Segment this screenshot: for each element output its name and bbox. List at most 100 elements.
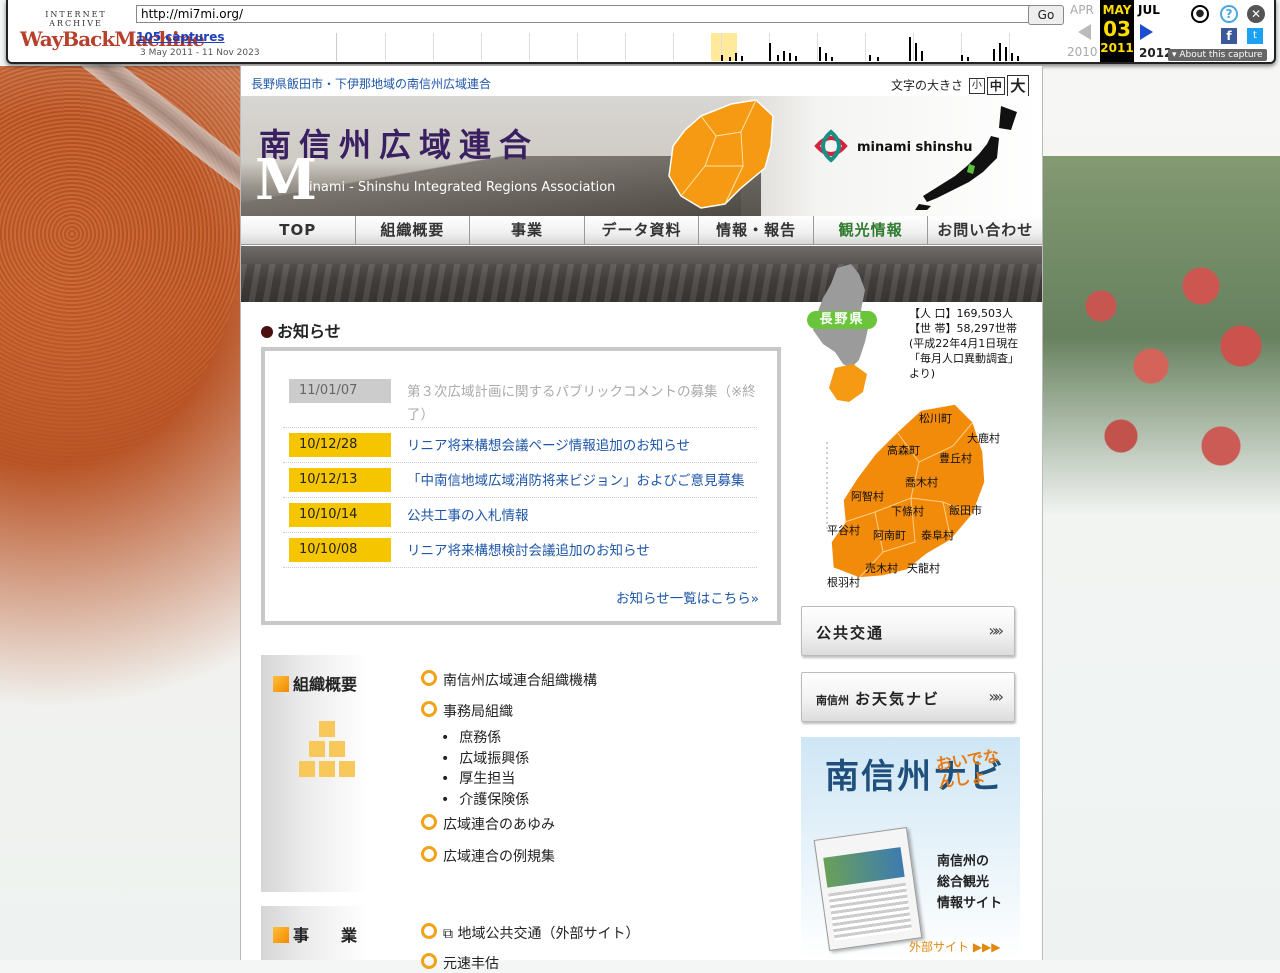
muni-label[interactable]: 平谷村 — [827, 522, 860, 538]
news-link[interactable]: 公共工事の入札情報 — [407, 505, 761, 528]
sparkline-bar — [831, 57, 833, 61]
muni-label[interactable]: 豊丘村 — [939, 450, 972, 466]
font-size-switcher: 文字の大きさ 小中大 — [891, 75, 1029, 97]
org-sub-link[interactable]: 厚生担当 — [441, 768, 515, 788]
news-heading: お知らせ — [261, 318, 341, 342]
org-sub-link[interactable]: 介護保険係 — [441, 789, 529, 809]
projects-link[interactable]: ⧉ 地域公共交通（外部サイト） — [421, 923, 639, 943]
ring-bullet-icon — [421, 670, 437, 686]
muni-label[interactable]: 大鹿村 — [967, 430, 1000, 446]
sparkline-year-divider — [817, 33, 818, 61]
news-item[interactable]: 10/12/13 「中南信地域広域消防将来ビジョン」およびご意見募集 — [283, 462, 757, 498]
wayback-current-date: MAY 03 2011 — [1100, 0, 1134, 62]
muni-label[interactable]: 高森町 — [887, 442, 920, 458]
org-sub-link[interactable]: 広域振興係 — [441, 748, 529, 768]
news-date: 11/01/07 — [289, 379, 391, 403]
wayback-url-input[interactable]: http://mi7mi.org/ — [136, 5, 1030, 23]
muni-label[interactable]: 売木村 — [865, 560, 898, 576]
nav-data[interactable]: データ資料 — [585, 216, 700, 244]
cube-shape — [329, 741, 345, 757]
minami-shinshu-navi-banner[interactable]: 南信州ナビ おいでなんしょ 南信州の 総合観光 情報サイト 外部サイト ▶▶▶ — [801, 737, 1020, 960]
landscape-photo — [241, 246, 1042, 302]
site-tagline-link[interactable]: 長野県飯田市・下伊那地域の南信州広域連合 — [251, 75, 491, 92]
municipalities-map[interactable] — [823, 402, 1003, 582]
wayback-captures-link[interactable]: 105 captures — [136, 30, 225, 44]
news-item[interactable]: 10/10/14 公共工事の入札情報 — [283, 497, 757, 533]
close-icon[interactable]: ✕ — [1247, 5, 1265, 23]
help-icon[interactable]: ? — [1220, 5, 1238, 23]
thumbnail-header — [823, 847, 905, 888]
sparkline-bar — [777, 55, 779, 61]
org-link[interactable]: 広域連合のあゆみ — [421, 814, 555, 834]
news-link[interactable]: リニア将来構想会議ページ情報追加のお知らせ — [407, 435, 761, 458]
sparkline-year-divider — [673, 33, 674, 61]
facebook-icon[interactable]: f — [1221, 28, 1237, 44]
news-item[interactable]: 11/01/07 第３次広域計画に関するパブリックコメントの募集（※終了） — [283, 373, 757, 428]
sparkline-year-divider — [385, 33, 386, 61]
header-banner[interactable]: 南信州広域連合 M inami - Shinshu Integrated Reg… — [241, 96, 1042, 216]
wayback-go-button[interactable]: Go — [1028, 5, 1064, 25]
weather-navi-button[interactable]: 南信州 お天気ナビ »» — [801, 672, 1015, 722]
news-more-link[interactable]: お知らせ一覧はこちら» — [616, 587, 759, 607]
wayback-sparkline[interactable] — [336, 33, 1065, 61]
muni-label[interactable]: 下條村 — [891, 503, 924, 519]
news-link[interactable]: 「中南信地域広域消防将来ビジョン」およびご意見募集 — [407, 470, 761, 493]
org-sub-link[interactable]: 庶務係 — [441, 727, 501, 747]
muni-label[interactable]: 松川町 — [919, 410, 952, 426]
minami-shinshu-logo-icon — [814, 129, 848, 163]
wayback-prev-arrow-icon[interactable] — [1078, 24, 1091, 40]
muni-label[interactable]: 泰阜村 — [921, 527, 954, 543]
news-item[interactable]: 10/12/28 リニア将来構想会議ページ情報追加のお知らせ — [283, 427, 757, 463]
org-link[interactable]: 広域連合の例規集 — [421, 846, 555, 866]
projects-link[interactable]: 元速丰估 — [421, 953, 499, 973]
twitter-icon[interactable]: t — [1247, 28, 1263, 44]
news-link[interactable]: リニア将来構想検討会議追加のお知らせ — [407, 540, 761, 563]
nav-organization[interactable]: 組織概要 — [356, 216, 471, 244]
muni-label[interactable]: 飯田市 — [949, 502, 982, 518]
muni-label[interactable]: 喬木村 — [905, 474, 938, 490]
muni-label[interactable]: 天龍村 — [907, 560, 940, 576]
navi-external-link[interactable]: 外部サイト ▶▶▶ — [909, 938, 1001, 955]
nav-reports[interactable]: 情報・報告 — [699, 216, 814, 244]
font-small-button[interactable]: 小 — [968, 78, 985, 94]
thumbnail-body — [828, 882, 913, 942]
font-large-button[interactable]: 大 — [1006, 75, 1029, 97]
user-icon[interactable]: ● — [1191, 5, 1209, 23]
news-item[interactable]: 10/10/08 リニア将来構想検討会議追加のお知らせ — [283, 532, 757, 568]
muni-label[interactable]: 阿智村 — [851, 488, 884, 504]
transit-button[interactable]: 公共交通 »» — [801, 606, 1015, 656]
sparkline-bar — [1011, 53, 1013, 61]
wayback-next-arrow-icon[interactable] — [1140, 24, 1153, 40]
sparkline-bar — [877, 57, 879, 61]
about-capture-dropdown[interactable]: ▾ About this capture — [1168, 49, 1267, 61]
sparkline-bar — [909, 37, 911, 61]
sparkline-bar — [783, 51, 785, 61]
nav-contact[interactable]: お問い合わせ — [928, 216, 1042, 244]
nav-projects[interactable]: 事業 — [470, 216, 585, 244]
sparkline-year-divider — [913, 33, 914, 61]
org-side-tab: 組織概要 — [261, 655, 367, 892]
wayback-prev-month: APR — [1070, 3, 1094, 17]
nav-top[interactable]: TOP — [241, 216, 356, 244]
news-link[interactable]: 第３次広域計画に関するパブリックコメントの募集（※終了） — [407, 381, 761, 427]
sparkline-year-divider — [577, 33, 578, 61]
sparkline-bar — [729, 57, 731, 61]
sparkline-year-divider — [1009, 33, 1010, 61]
japan-map-icon — [915, 106, 1017, 210]
wayback-next-month: JUL — [1138, 3, 1160, 17]
wayback-prev-year: 2010 — [1067, 45, 1098, 59]
sparkline-bar — [869, 55, 871, 61]
wayback-logo[interactable]: INTERNET ARCHIVE WayBackMachine — [20, 10, 205, 50]
sparkline-bar — [967, 57, 969, 61]
sparkline-year-divider — [865, 33, 866, 61]
sparkline-year-divider — [529, 33, 530, 61]
double-chevron-icon: »» — [988, 621, 1003, 640]
sparkline-bar — [921, 51, 923, 61]
muni-label[interactable]: 阿南町 — [873, 527, 906, 543]
nav-tourism[interactable]: 観光情報 — [814, 216, 929, 244]
org-link[interactable]: 事務局組織 — [421, 701, 513, 721]
font-medium-button[interactable]: 中 — [986, 77, 1005, 95]
org-link[interactable]: 南信州広域連合組織機構 — [421, 670, 597, 690]
sparkline-bar — [769, 43, 771, 61]
muni-label[interactable]: 根羽村 — [827, 574, 860, 590]
